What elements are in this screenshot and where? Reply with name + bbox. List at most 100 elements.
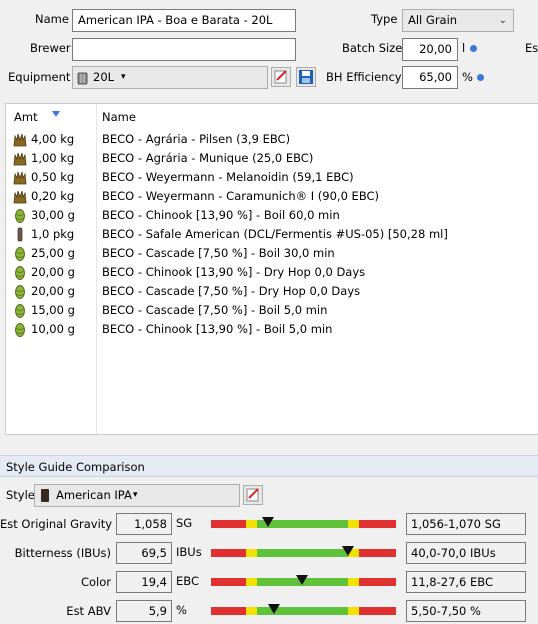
gauge-segment xyxy=(257,549,348,557)
save-equipment-button[interactable] xyxy=(296,67,316,87)
ingredient-amount: 0,20 kg xyxy=(31,189,75,203)
equipment-select[interactable]: 20L ▾ xyxy=(72,66,268,89)
style-guide-title: Style Guide Comparison xyxy=(6,460,145,474)
edit-sheet-icon xyxy=(246,488,259,502)
gauge-segment xyxy=(211,549,247,557)
info-dot-icon xyxy=(470,45,477,52)
type-select[interactable]: All Grain ⌄ xyxy=(402,9,514,32)
batch-size-label: Batch Size xyxy=(342,41,403,55)
gauge-segment xyxy=(347,520,359,528)
ingredient-name: BECO - Cascade [7,50 %] - Dry Hop 0,0 Da… xyxy=(102,284,361,298)
ingredient-name: BECO - Chinook [13,90 %] - Boil 5,0 min xyxy=(102,322,333,336)
floppy-disk-icon xyxy=(299,70,313,84)
bh-efficiency-unit: % xyxy=(462,70,473,84)
batch-size-input[interactable]: 20,00 xyxy=(402,38,458,61)
ingredient-row[interactable]: 30,00 g BECO - Chinook [13,90 %] - Boil 6… xyxy=(6,206,538,225)
hop-icon xyxy=(12,303,28,318)
bh-efficiency-label: BH Efficiency xyxy=(326,70,402,84)
ingredient-name: BECO - Cascade [7,50 %] - Boil 30,0 min xyxy=(102,246,335,260)
col-header-amt[interactable]: Amt xyxy=(14,110,38,124)
edit-equipment-button[interactable] xyxy=(271,67,291,87)
ingredient-amount: 30,00 g xyxy=(31,208,75,222)
ingredient-name: BECO - Cascade [7,50 %] - Boil 5,0 min xyxy=(102,303,328,317)
kettle-icon xyxy=(77,71,88,85)
ingredient-name: BECO - Weyermann - Melanoidin (59,1 EBC) xyxy=(102,170,354,184)
gauge-marker-icon xyxy=(341,546,354,556)
gauge-segment xyxy=(211,607,247,615)
ingredient-amount: 1,00 kg xyxy=(31,151,75,165)
ingredient-row[interactable]: 15,00 g BECO - Cascade [7,50 %] - Boil 5,… xyxy=(6,301,538,320)
metric-unit: IBUs xyxy=(176,545,202,559)
gauge-segment xyxy=(211,520,247,528)
style-label: Style xyxy=(6,488,35,502)
grain-icon xyxy=(12,132,28,147)
metric-value: 1,058 xyxy=(116,513,172,535)
metric-value: 19,4 xyxy=(116,571,172,593)
bh-efficiency-input[interactable]: 65,00 xyxy=(402,66,458,89)
col-header-name[interactable]: Name xyxy=(102,110,136,124)
gauge-segment xyxy=(359,549,396,557)
style-range-gauge xyxy=(211,575,396,586)
style-range-gauge xyxy=(211,546,396,557)
style-range-value: 40,0-70,0 IBUs xyxy=(406,542,526,564)
grain-icon xyxy=(12,151,28,166)
sort-arrow-icon xyxy=(52,111,60,117)
hop-icon xyxy=(12,322,28,337)
list-header: Amt Name xyxy=(6,104,538,128)
ingredient-amount: 10,00 g xyxy=(31,322,75,336)
ingredient-name: BECO - Weyermann - Caramunich® I (90,0 E… xyxy=(102,189,380,203)
gauge-marker-icon xyxy=(295,575,308,585)
ingredient-row[interactable]: 25,00 g BECO - Cascade [7,50 %] - Boil 30… xyxy=(6,244,538,263)
dropdown-arrow-icon: ▾ xyxy=(121,72,126,82)
ingredient-row[interactable]: 4,00 kg BECO - Agrária - Pilsen (3,9 EBC) xyxy=(6,130,538,149)
name-label: Name xyxy=(35,12,69,26)
ingredient-amount: 15,00 g xyxy=(31,303,75,317)
brewer-input[interactable] xyxy=(72,38,296,61)
ingredient-row[interactable]: 20,00 g BECO - Cascade [7,50 %] - Dry Hop… xyxy=(6,282,538,301)
gauge-segment xyxy=(246,578,258,586)
metric-value: 5,9 xyxy=(116,600,172,622)
gauge-marker-icon xyxy=(262,517,275,527)
name-input[interactable]: American IPA - Boa e Barata - 20L xyxy=(72,9,296,32)
equipment-label: Equipment xyxy=(8,70,71,84)
gauge-segment xyxy=(359,520,396,528)
ingredient-amount: 4,00 kg xyxy=(31,132,75,146)
ingredient-row[interactable]: 0,20 kg BECO - Weyermann - Caramunich® I … xyxy=(6,187,538,206)
metric-unit: % xyxy=(176,603,187,617)
equipment-select-value: 20L xyxy=(93,70,115,84)
ingredient-amount: 0,50 kg xyxy=(31,170,75,184)
gauge-marker-icon xyxy=(267,604,280,614)
edit-style-button[interactable] xyxy=(243,485,263,505)
ingredient-name: BECO - Agrária - Munique (25,0 EBC) xyxy=(102,151,314,165)
hop-icon xyxy=(12,284,28,299)
ingredient-name: BECO - Chinook [13,90 %] - Boil 60,0 min xyxy=(102,208,340,222)
chevron-down-icon: ⌄ xyxy=(498,15,507,26)
type-label: Type xyxy=(371,12,398,26)
hop-icon xyxy=(12,265,28,280)
ingredient-row[interactable]: 10,00 g BECO - Chinook [13,90 %] - Boil 5… xyxy=(6,320,538,339)
ingredient-name: BECO - Agrária - Pilsen (3,9 EBC) xyxy=(102,132,291,146)
brewer-label: Brewer xyxy=(30,41,71,55)
ingredient-row[interactable]: 20,00 g BECO - Chinook [13,90 %] - Dry Ho… xyxy=(6,263,538,282)
style-select-value: American IPA xyxy=(56,488,132,502)
hop-icon xyxy=(12,208,28,223)
ingredient-list[interactable]: Amt Name 4,00 kg BECO - Agrária - Pilsen … xyxy=(5,103,538,435)
gauge-segment xyxy=(359,578,396,586)
ingredient-row[interactable]: 0,50 kg BECO - Weyermann - Melanoidin (59… xyxy=(6,168,538,187)
type-select-value: All Grain xyxy=(408,13,458,27)
gauge-segment xyxy=(347,607,359,615)
gauge-segment xyxy=(246,520,258,528)
ingredient-row[interactable]: 1,00 kg BECO - Agrária - Munique (25,0 EB… xyxy=(6,149,538,168)
style-select[interactable]: American IPA ▾ xyxy=(34,484,240,507)
style-guide-header: Style Guide Comparison xyxy=(0,455,538,477)
metric-value: 69,5 xyxy=(116,542,172,564)
metric-label: Est Original Gravity xyxy=(0,517,113,531)
metric-unit: SG xyxy=(176,516,193,530)
gauge-segment xyxy=(347,578,359,586)
ingredient-amount: 20,00 g xyxy=(31,284,75,298)
metric-label: Est ABV xyxy=(66,604,111,618)
ingredient-row[interactable]: 1,0 pkg BECO - Safale American (DCL/Ferme… xyxy=(6,225,538,244)
style-range-value: 11,8-27,6 EBC xyxy=(406,571,526,593)
ingredient-name: BECO - Chinook [13,90 %] - Dry Hop 0,0 D… xyxy=(102,265,366,279)
hop-icon xyxy=(12,246,28,261)
